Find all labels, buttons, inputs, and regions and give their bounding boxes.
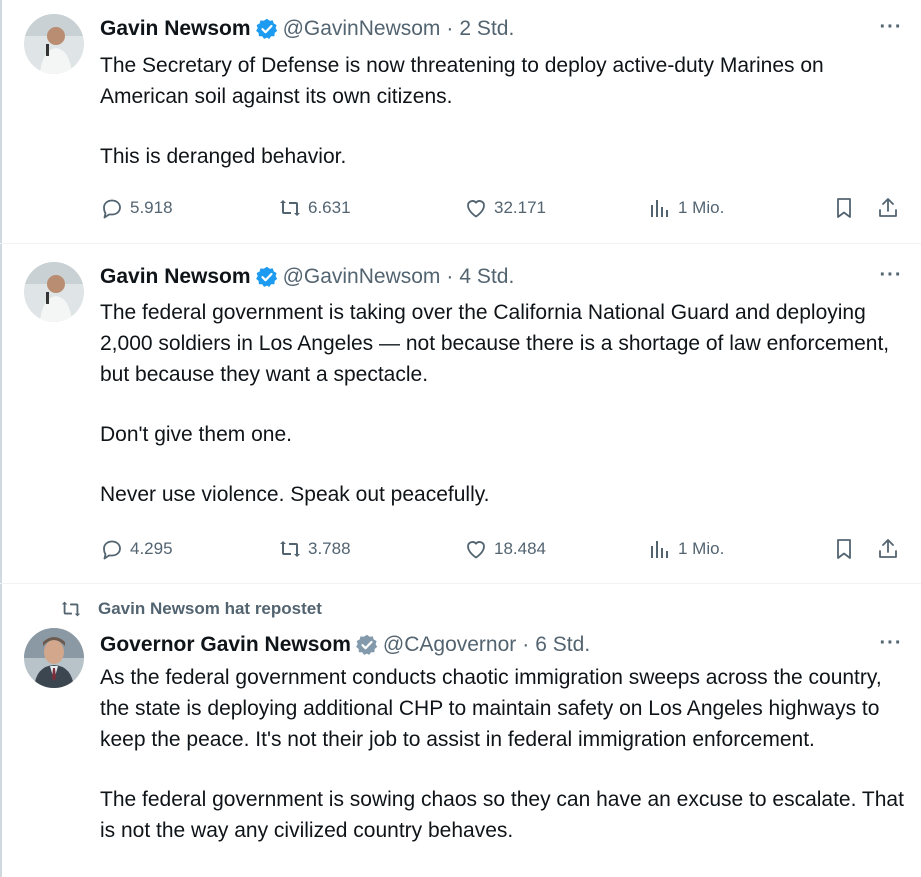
heart-icon: [467, 200, 485, 218]
share-upload-icon: [879, 198, 897, 217]
tweet-paragraph: The Secretary of Defense is now threaten…: [100, 54, 824, 108]
author-handle[interactable]: @CAgovernor: [383, 633, 516, 657]
reply-count: 5.918: [130, 198, 173, 217]
share-button[interactable]: [876, 534, 906, 564]
author-handle[interactable]: @GavinNewsom: [283, 265, 441, 289]
tweet-paragraph: As the federal government conducts chaot…: [100, 666, 882, 751]
tweet-header: Gavin Newsom @GavinNewsom · 2 Std.: [100, 15, 514, 43]
separator-dot: ·: [522, 633, 530, 656]
tweet-paragraph: Never use violence. Speak out peacefully…: [100, 483, 490, 506]
timestamp[interactable]: 2 Std.: [459, 17, 514, 41]
tweet-paragraph: The federal government is taking over th…: [100, 301, 890, 386]
verified-badge-icon: [255, 18, 278, 40]
bookmark-icon: [837, 198, 851, 218]
views-button[interactable]: 1 Mio.: [648, 534, 724, 564]
tweet-paragraph: Don't give them one.: [100, 423, 292, 446]
verified-badge-icon: [255, 266, 278, 288]
action-bar: 4.295 3.788 18.484 1 Mio.: [100, 534, 910, 564]
repost-arrows-icon: [61, 601, 81, 617]
views-button[interactable]: 1 Mio.: [648, 193, 724, 223]
repost-context[interactable]: Gavin Newsom hat repostet: [60, 597, 322, 621]
more-dots-icon[interactable]: ···: [877, 17, 905, 42]
view-count: 1 Mio.: [678, 198, 725, 217]
like-button[interactable]: 32.171: [464, 193, 546, 223]
views-bars-icon: [651, 541, 668, 558]
tweet-2[interactable]: Gavin Newsom @GavinNewsom · 4 Std. ··· T…: [0, 244, 921, 583]
bookmark-button[interactable]: [832, 193, 862, 223]
tweet-text: As the federal government conducts chaot…: [100, 662, 910, 846]
author-name[interactable]: Gavin Newsom: [100, 265, 251, 289]
avatar[interactable]: [24, 14, 84, 74]
separator-dot: ·: [446, 265, 454, 288]
tweet-header: Governor Gavin Newsom @CAgovernor · 6 St…: [100, 631, 590, 659]
like-count: 32.171: [494, 198, 546, 217]
bookmark-icon: [837, 539, 851, 559]
reply-button[interactable]: 5.918: [100, 193, 173, 223]
like-button[interactable]: 18.484: [464, 534, 546, 564]
action-bar: 5.918 6.631 32.171 1 Mio.: [100, 193, 910, 223]
avatar[interactable]: [24, 262, 84, 322]
tweet-1[interactable]: Gavin Newsom @GavinNewsom · 2 Std. ··· T…: [0, 0, 921, 243]
repost-button[interactable]: 3.788: [278, 534, 351, 564]
tweet-text: The Secretary of Defense is now threaten…: [100, 50, 910, 172]
author-name[interactable]: Gavin Newsom: [100, 17, 251, 41]
view-count: 1 Mio.: [678, 539, 725, 558]
reply-count: 4.295: [130, 539, 173, 558]
repost-arrows-icon: [280, 541, 300, 557]
verified-badge-icon: [356, 634, 378, 656]
tweet-paragraph: The federal government is sowing chaos s…: [100, 788, 904, 842]
repost-arrows-icon: [280, 200, 300, 216]
repost-label: Gavin Newsom hat repostet: [98, 599, 322, 618]
author-name[interactable]: Governor Gavin Newsom: [100, 633, 351, 657]
avatar[interactable]: [24, 628, 84, 688]
timestamp[interactable]: 6 Std.: [535, 633, 590, 657]
tweet-text: The federal government is taking over th…: [100, 297, 910, 510]
more-dots-icon[interactable]: ···: [877, 633, 905, 658]
views-bars-icon: [651, 200, 668, 217]
more-dots-icon[interactable]: ···: [877, 265, 905, 290]
reply-bubble-icon: [103, 199, 121, 219]
tweet-header: Gavin Newsom @GavinNewsom · 4 Std.: [100, 263, 514, 291]
reply-bubble-icon: [103, 540, 121, 560]
like-count: 18.484: [494, 539, 546, 558]
reply-button[interactable]: 4.295: [100, 534, 173, 564]
repost-count: 3.788: [308, 539, 351, 558]
tweet-3[interactable]: Gavin Newsom hat repostet Governor Gavin…: [0, 584, 921, 877]
repost-button[interactable]: 6.631: [278, 193, 351, 223]
share-upload-icon: [879, 539, 897, 558]
bookmark-button[interactable]: [832, 534, 862, 564]
author-handle[interactable]: @GavinNewsom: [283, 17, 441, 41]
heart-icon: [467, 541, 485, 559]
repost-count: 6.631: [308, 198, 351, 217]
share-button[interactable]: [876, 193, 906, 223]
tweet-paragraph: This is deranged behavior.: [100, 145, 347, 168]
separator-dot: ·: [446, 17, 454, 40]
timestamp[interactable]: 4 Std.: [459, 265, 514, 289]
